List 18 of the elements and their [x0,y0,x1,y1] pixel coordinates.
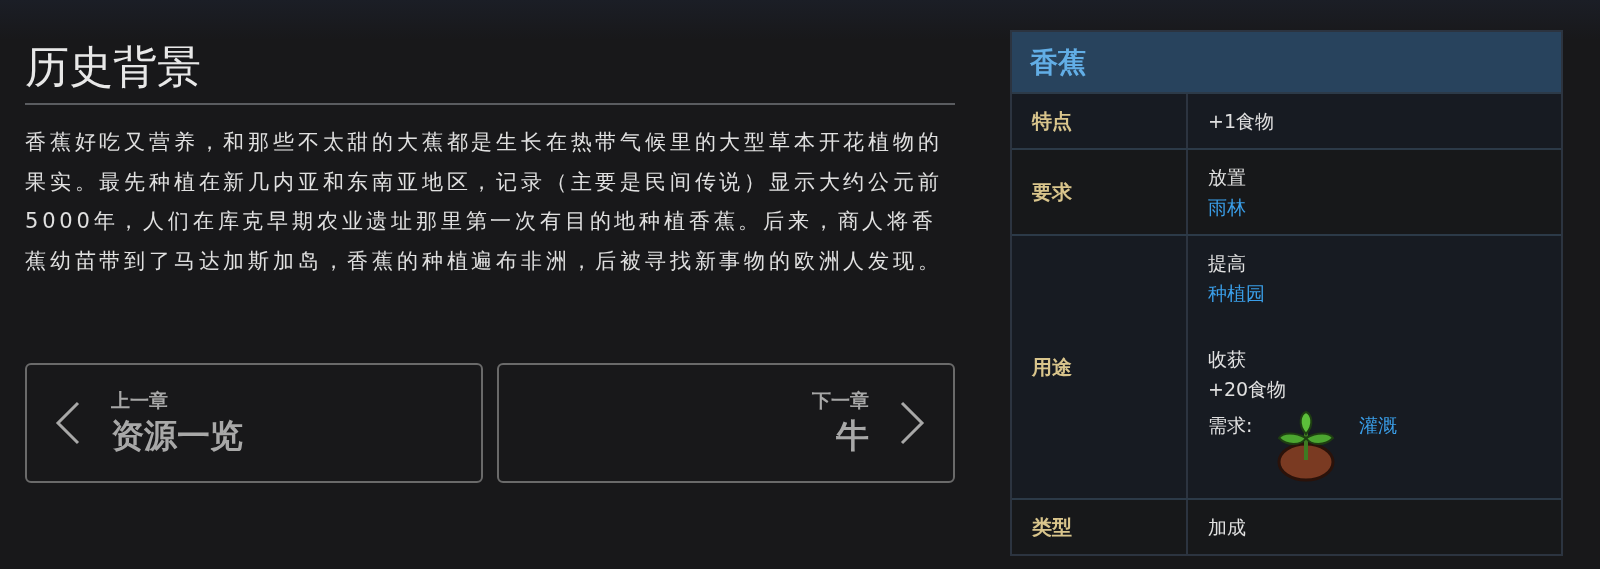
row-value: 收获 [1208,347,1247,372]
value-link[interactable]: 雨林 [1208,192,1247,222]
history-paragraph: 香蕉好吃又营养，和那些不太甜的大蕉都是生长在热带气候里的大型草本开花植物的果实。最先种植在新几内亚和东南亚地区，记录（主要是民间传说）显示大约公元前5000年，人们在库克早期农业遗址那里第一次有目的地种植香蕉。后来，商人将香蕉幼苗带到了马达加斯加岛，香蕉的种植遍布非洲，后被寻找新事物的欧洲人发现。 [25,129,944,275]
need-label: 需求: [1208,413,1253,438]
row-value: +1食物 [1208,109,1275,134]
row-label: 类型 [1012,500,1189,554]
section-title: 历史背景 [25,30,956,105]
row-value: 放置 [1208,165,1247,190]
row-value: 提高 [1208,251,1247,276]
next-chapter-button[interactable]: 下一章 牛 [497,363,956,483]
chevron-right-icon [899,400,926,446]
value-link[interactable]: 灌溉 [1358,410,1397,440]
chevron-left-icon [55,400,81,446]
infobox-title: 香蕉 [1012,32,1561,92]
row-value: +20食物 [1208,377,1287,402]
row-value: 加成 [1208,515,1247,540]
previous-chapter-button[interactable]: 上一章 资源一览 [25,363,484,483]
value-link[interactable]: 种植园 [1208,278,1266,308]
